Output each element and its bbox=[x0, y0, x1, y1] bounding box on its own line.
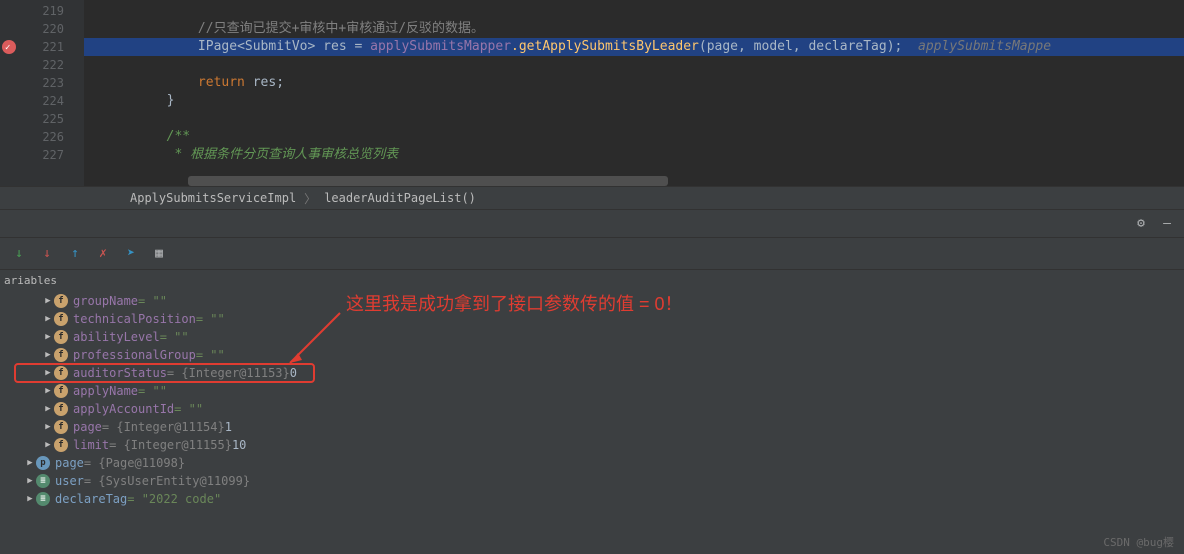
field-icon: f bbox=[54, 366, 68, 380]
debug-actions: ↓ ↓ ↑ ✗ ➤ ▦ bbox=[0, 238, 1184, 270]
entity-icon: ≡ bbox=[36, 492, 50, 506]
param-icon: p bbox=[36, 456, 50, 470]
variables-tab[interactable]: ariables bbox=[0, 270, 1184, 290]
code-comment: //只查询已提交+审核中+审核通过/反驳的数据。 bbox=[198, 21, 484, 36]
run-to-cursor-icon[interactable]: ➤ bbox=[118, 241, 144, 267]
field-icon: f bbox=[54, 402, 68, 416]
line-number: 227 bbox=[0, 146, 64, 164]
expand-icon[interactable]: ▶ bbox=[42, 422, 54, 432]
expand-icon[interactable]: ▶ bbox=[42, 440, 54, 450]
watermark: CSDN @bug樱 bbox=[1103, 534, 1174, 550]
breadcrumb-item[interactable]: ApplySubmitsServiceImpl bbox=[130, 191, 296, 205]
chevron-right-icon: 〉 bbox=[304, 190, 316, 207]
expand-icon[interactable]: ▶ bbox=[42, 368, 54, 378]
breadcrumb-item[interactable]: leaderAuditPageList() bbox=[324, 191, 476, 205]
expand-icon[interactable]: ▶ bbox=[42, 350, 54, 360]
expand-icon[interactable]: ▶ bbox=[42, 314, 54, 324]
line-number: 221 bbox=[0, 38, 64, 56]
step-into-icon[interactable]: ↓ bbox=[34, 241, 60, 267]
variable-row-auditor-status[interactable]: ▶fauditorStatus = {Integer@11153} 0 bbox=[0, 364, 1184, 382]
horizontal-scrollbar[interactable] bbox=[188, 176, 668, 186]
field-icon: f bbox=[54, 348, 68, 362]
variable-row[interactable]: ▶fprofessionalGroup = "" bbox=[0, 346, 1184, 364]
field-icon: f bbox=[54, 312, 68, 326]
gear-icon[interactable]: ⚙ bbox=[1130, 213, 1152, 235]
debug-panel: ⚙ — ↓ ↓ ↑ ✗ ➤ ▦ ariables ▶fgroupName = "… bbox=[0, 210, 1184, 554]
field-icon: f bbox=[54, 438, 68, 452]
line-number: 222 bbox=[0, 56, 64, 74]
variable-row[interactable]: ▶≡declareTag = "2022 code" bbox=[0, 490, 1184, 508]
expand-icon[interactable]: ▶ bbox=[42, 386, 54, 396]
breadcrumb: ApplySubmitsServiceImpl 〉 leaderAuditPag… bbox=[0, 186, 1184, 210]
expand-icon[interactable]: ▶ bbox=[42, 404, 54, 414]
variable-row[interactable]: ▶ftechnicalPosition = "" bbox=[0, 310, 1184, 328]
variable-row[interactable]: ▶fapplyName = "" bbox=[0, 382, 1184, 400]
breakpoint-icon[interactable] bbox=[2, 40, 16, 54]
line-number: 226 bbox=[0, 128, 64, 146]
field-icon: f bbox=[54, 330, 68, 344]
code-editor[interactable]: 219 220 221 222 223 224 225 226 227 //只查… bbox=[0, 0, 1184, 186]
field-icon: f bbox=[54, 420, 68, 434]
line-gutter: 219 220 221 222 223 224 225 226 227 bbox=[0, 0, 84, 186]
debug-toolbar: ⚙ — bbox=[0, 210, 1184, 238]
variable-row[interactable]: ▶flimit = {Integer@11155} 10 bbox=[0, 436, 1184, 454]
minimize-icon[interactable]: — bbox=[1156, 213, 1178, 235]
evaluate-icon[interactable]: ▦ bbox=[146, 241, 172, 267]
expand-icon[interactable]: ▶ bbox=[24, 476, 36, 486]
expand-icon[interactable]: ▶ bbox=[42, 332, 54, 342]
line-number: 220 bbox=[0, 20, 64, 38]
step-over-icon[interactable]: ↓ bbox=[6, 241, 32, 267]
expand-icon[interactable]: ▶ bbox=[24, 494, 36, 504]
step-out-icon[interactable]: ↑ bbox=[62, 241, 88, 267]
force-step-icon[interactable]: ✗ bbox=[90, 241, 116, 267]
variable-row[interactable]: ▶fpage = {Integer@11154} 1 bbox=[0, 418, 1184, 436]
line-number: 223 bbox=[0, 74, 64, 92]
current-line: IPage<SubmitVo> res = applySubmitsMapper… bbox=[84, 38, 1184, 56]
field-icon: f bbox=[54, 294, 68, 308]
variables-tree[interactable]: ▶fgroupName = "" ▶ftechnicalPosition = "… bbox=[0, 290, 1184, 554]
expand-icon[interactable]: ▶ bbox=[42, 296, 54, 306]
line-number: 224 bbox=[0, 92, 64, 110]
expand-icon[interactable]: ▶ bbox=[24, 458, 36, 468]
variable-row[interactable]: ▶≡user = {SysUserEntity@11099} bbox=[0, 472, 1184, 490]
line-number: 225 bbox=[0, 110, 64, 128]
code-content[interactable]: //只查询已提交+审核中+审核通过/反驳的数据。 IPage<SubmitVo>… bbox=[84, 0, 1184, 186]
variable-row[interactable]: ▶fapplyAccountId = "" bbox=[0, 400, 1184, 418]
variable-row[interactable]: ▶fabilityLevel = "" bbox=[0, 328, 1184, 346]
entity-icon: ≡ bbox=[36, 474, 50, 488]
variable-row[interactable]: ▶ppage = {Page@11098} bbox=[0, 454, 1184, 472]
variable-row[interactable]: ▶fgroupName = "" bbox=[0, 292, 1184, 310]
field-icon: f bbox=[54, 384, 68, 398]
line-number: 219 bbox=[0, 2, 64, 20]
